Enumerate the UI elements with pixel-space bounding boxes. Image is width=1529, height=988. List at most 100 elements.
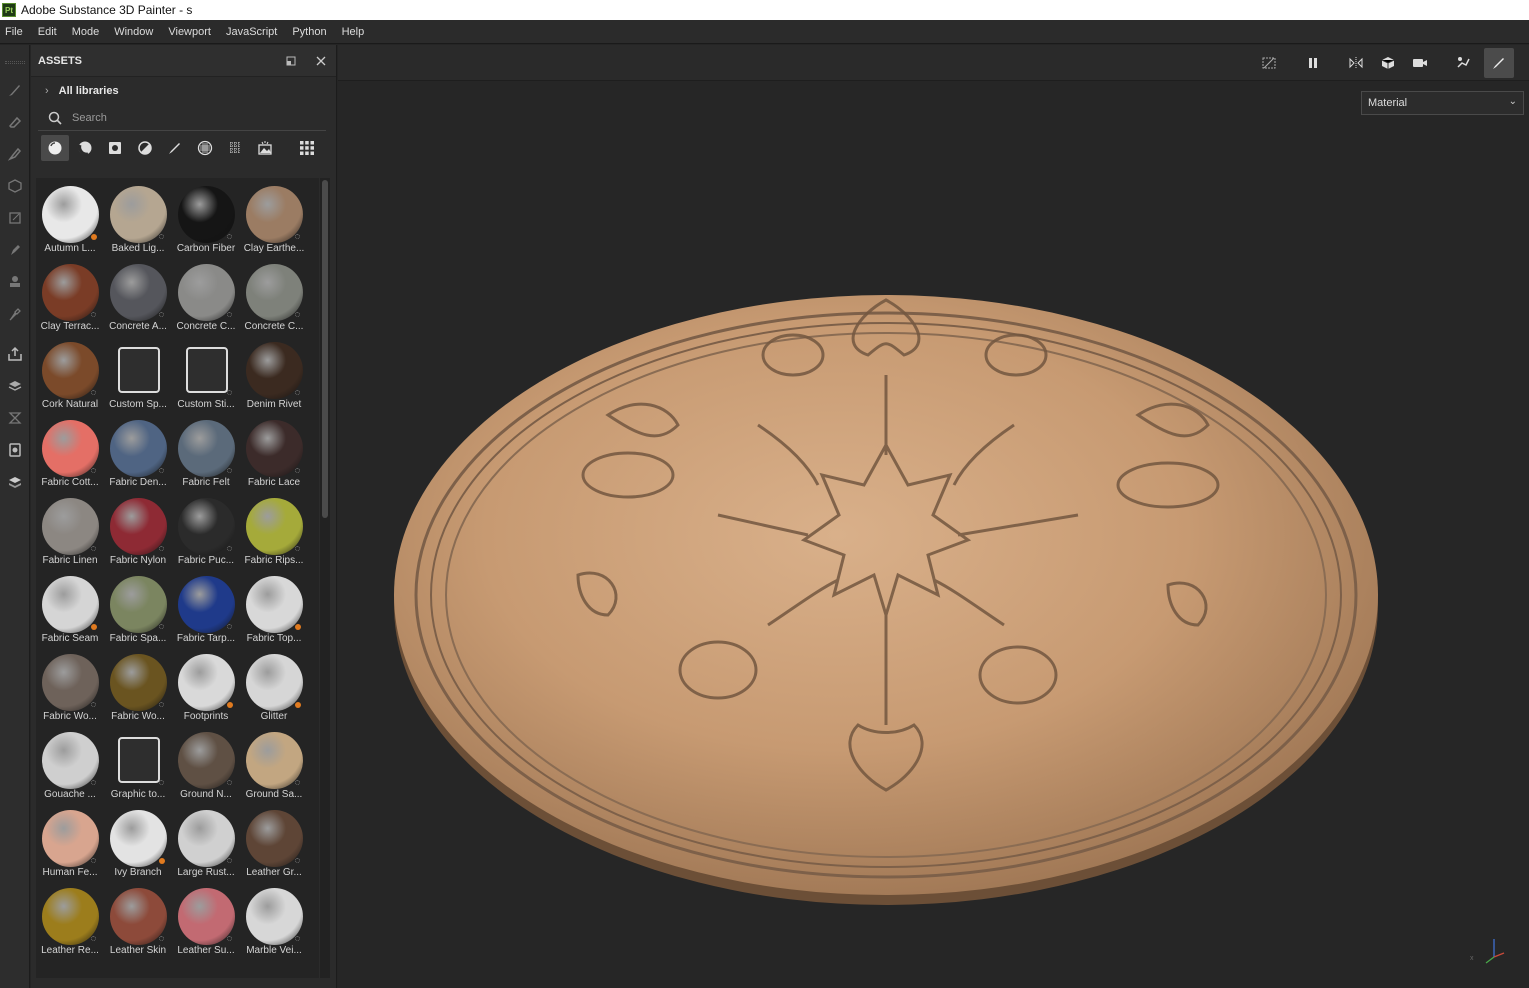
asset-tile[interactable]: Cork Natural	[37, 337, 103, 415]
search-input[interactable]	[72, 111, 292, 124]
geometry-mask-icon[interactable]	[0, 170, 30, 202]
layers-3d-icon[interactable]	[0, 466, 30, 498]
close-icon[interactable]	[306, 45, 336, 77]
asset-tile[interactable]: Fabric Top...	[241, 571, 307, 649]
scrollbar-thumb[interactable]	[322, 180, 328, 518]
materials-icon[interactable]	[71, 135, 99, 161]
asset-label: Fabric Cott...	[41, 477, 99, 488]
asset-thumbnail	[246, 654, 303, 711]
asset-tile[interactable]: Fabric Seam	[37, 571, 103, 649]
asset-tile[interactable]: Fabric Cott...	[37, 415, 103, 493]
material-badge-icon	[91, 936, 96, 941]
asset-tile[interactable]: Clay Terrac...	[37, 259, 103, 337]
asset-label: Leather Skin	[109, 945, 167, 956]
menu-mode[interactable]: Mode	[67, 26, 110, 38]
asset-tile[interactable]: Baked Lig...	[105, 181, 171, 259]
asset-tile[interactable]: Denim Rivet	[241, 337, 307, 415]
asset-tile[interactable]: Fabric Felt	[173, 415, 239, 493]
asset-thumbnail	[110, 810, 167, 867]
asset-label: Custom Sti...	[177, 399, 235, 410]
asset-tile[interactable]: Concrete A...	[105, 259, 171, 337]
clone-stamp-icon[interactable]	[0, 266, 30, 298]
bake-icon[interactable]	[0, 370, 30, 402]
asset-tile[interactable]: Fabric Wo...	[37, 649, 103, 727]
viewport-3d[interactable]: Material ⌄ x	[338, 45, 1529, 988]
projection-icon[interactable]	[0, 138, 30, 170]
menu-help[interactable]: Help	[337, 26, 375, 38]
eraser-icon[interactable]	[0, 106, 30, 138]
asset-tile[interactable]: Carbon Fiber	[173, 181, 239, 259]
asset-tile[interactable]: Fabric Linen	[37, 493, 103, 571]
asset-tile[interactable]: Leather Su...	[173, 883, 239, 961]
asset-tile[interactable]: Ivy Branch	[105, 805, 171, 883]
menu-file[interactable]: File	[0, 26, 33, 38]
asset-label: Ivy Branch	[114, 867, 162, 878]
smart-badge-icon	[227, 702, 233, 708]
smudge-icon[interactable]	[0, 234, 30, 266]
asset-tile[interactable]: Fabric Tarp...	[173, 571, 239, 649]
asset-label: Large Rust...	[177, 867, 235, 878]
export-icon[interactable]	[0, 338, 30, 370]
smart-materials-icon[interactable]	[41, 135, 69, 161]
asset-tile[interactable]: Ground Sa...	[241, 727, 307, 805]
display-settings-icon[interactable]	[0, 434, 30, 466]
shelf-icon[interactable]	[0, 402, 30, 434]
asset-tile[interactable]: Custom Sp...	[105, 337, 171, 415]
menu-window[interactable]: Window	[109, 26, 163, 38]
asset-tile[interactable]: Footprints	[173, 649, 239, 727]
asset-label: Gouache ...	[44, 789, 96, 800]
asset-tile[interactable]: Leather Re...	[37, 883, 103, 961]
asset-label: Concrete C...	[244, 321, 304, 332]
asset-tile[interactable]: Large Rust...	[173, 805, 239, 883]
asset-tile[interactable]: Glitter	[241, 649, 307, 727]
menu-viewport[interactable]: Viewport	[163, 26, 221, 38]
asset-tile[interactable]: Clay Earthe...	[241, 181, 307, 259]
asset-scrollbar[interactable]	[320, 178, 330, 978]
library-selector[interactable]: › All libraries	[31, 77, 336, 105]
asset-tile[interactable]: Fabric Lace	[241, 415, 307, 493]
asset-label: Baked Lig...	[111, 243, 165, 254]
asset-tile[interactable]: Custom Sti...	[173, 337, 239, 415]
asset-tile[interactable]: Autumn L...	[37, 181, 103, 259]
asset-tile[interactable]: Graphic to...	[105, 727, 171, 805]
asset-label: Concrete C...	[176, 321, 236, 332]
asset-tile[interactable]: Ground N...	[173, 727, 239, 805]
undock-icon[interactable]	[276, 45, 306, 77]
material-badge-icon	[295, 936, 300, 941]
asset-tile[interactable]: Leather Skin	[105, 883, 171, 961]
environment-icon[interactable]	[251, 135, 279, 161]
asset-tile[interactable]: Gouache ...	[37, 727, 103, 805]
asset-tile[interactable]: Concrete C...	[241, 259, 307, 337]
asset-tile[interactable]: Leather Gr...	[241, 805, 307, 883]
asset-thumbnail	[42, 576, 99, 633]
material-badge-icon	[159, 780, 164, 785]
asset-tile[interactable]: Fabric Den...	[105, 415, 171, 493]
asset-label: Custom Sp...	[109, 399, 167, 410]
paint-brush-icon[interactable]	[0, 74, 30, 106]
svg-text:x: x	[1470, 955, 1474, 962]
asset-tile[interactable]: Concrete C...	[173, 259, 239, 337]
asset-tile[interactable]: Marble Vei...	[241, 883, 307, 961]
menu-edit[interactable]: Edit	[33, 26, 67, 38]
grid-view-icon[interactable]	[293, 135, 321, 161]
filters-icon[interactable]	[131, 135, 159, 161]
asset-tile[interactable]: Fabric Nylon	[105, 493, 171, 571]
smart-masks-icon[interactable]	[101, 135, 129, 161]
material-badge-icon	[91, 312, 96, 317]
color-picker-icon[interactable]	[0, 298, 30, 330]
textures-icon[interactable]	[191, 135, 219, 161]
asset-tile[interactable]: Fabric Rips...	[241, 493, 307, 571]
alphas-icon[interactable]	[221, 135, 249, 161]
asset-tile[interactable]: Fabric Puc...	[173, 493, 239, 571]
asset-tile[interactable]: Human Fe...	[37, 805, 103, 883]
asset-label: Fabric Nylon	[109, 555, 167, 566]
menu-python[interactable]: Python	[287, 26, 336, 38]
asset-label: Fabric Felt	[182, 477, 230, 488]
menu-javascript[interactable]: JavaScript	[221, 26, 287, 38]
material-badge-icon	[227, 468, 232, 473]
polygon-fill-icon[interactable]	[0, 202, 30, 234]
toolbar-grip[interactable]	[4, 61, 25, 64]
asset-tile[interactable]: Fabric Spa...	[105, 571, 171, 649]
asset-tile[interactable]: Fabric Wo...	[105, 649, 171, 727]
brushes-icon[interactable]	[161, 135, 189, 161]
